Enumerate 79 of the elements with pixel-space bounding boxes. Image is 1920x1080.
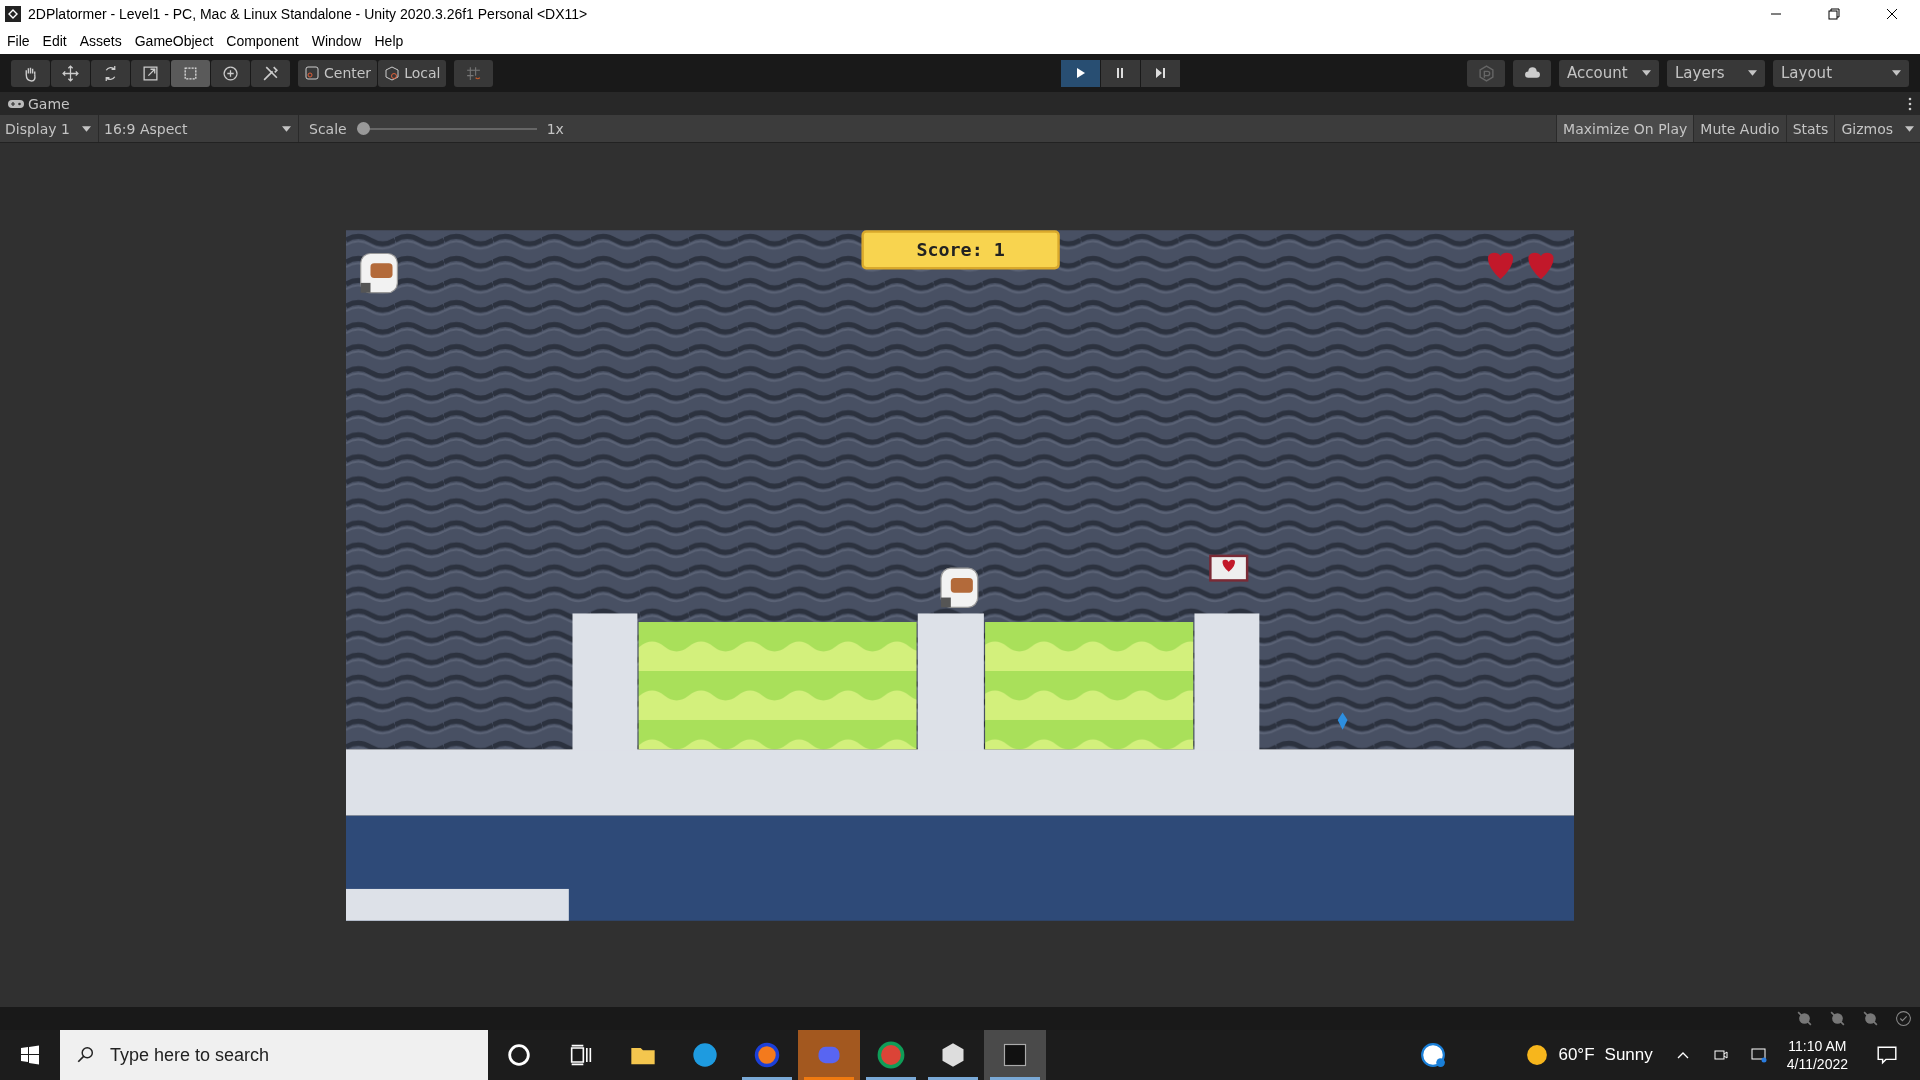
transform-tool-button[interactable] xyxy=(211,59,250,87)
help-icon[interactable] xyxy=(1420,1042,1447,1068)
caret-icon[interactable] xyxy=(282,125,291,132)
search-box[interactable]: Type here to search xyxy=(60,1030,488,1080)
custom-tool-icon[interactable] xyxy=(262,64,279,82)
step-icon[interactable] xyxy=(1154,67,1167,79)
gem-icon xyxy=(1337,712,1348,730)
scale-value: 1x xyxy=(546,120,564,137)
menu-item[interactable]: Component xyxy=(226,32,299,49)
temperature[interactable]: 60°F xyxy=(1558,1045,1595,1065)
aspect-dropdown[interactable]: 16:9 Aspect xyxy=(99,115,299,142)
menu-item[interactable]: Assets xyxy=(79,32,122,49)
toolbar-dropdown[interactable]: Layout xyxy=(1773,59,1909,87)
hand-tool-button[interactable] xyxy=(11,59,50,87)
display-dropdown[interactable]: Display 1 xyxy=(0,115,99,142)
gamepad-icon[interactable] xyxy=(8,98,24,109)
caret-icon[interactable] xyxy=(1642,70,1651,76)
scale-tool-button[interactable] xyxy=(131,59,170,87)
menu-item[interactable]: Window xyxy=(311,32,362,49)
status-icon[interactable] xyxy=(1796,1010,1813,1027)
search-input[interactable]: Type here to search xyxy=(108,1043,452,1067)
cortana-app-icon[interactable] xyxy=(505,1041,533,1069)
local-pivot-button[interactable]: Local xyxy=(378,59,447,87)
unity-taskbar-button[interactable] xyxy=(984,1030,1046,1080)
heart-icon xyxy=(1487,252,1514,279)
heart-crate-drawing xyxy=(1209,554,1249,582)
camera-icon[interactable] xyxy=(1712,1047,1729,1063)
play-button[interactable] xyxy=(1060,59,1100,87)
scale-tool-icon[interactable] xyxy=(142,64,159,82)
clock-date[interactable]: 4/11/2022 xyxy=(1786,1056,1848,1072)
caret-icon[interactable] xyxy=(1905,125,1914,132)
sun-icon[interactable] xyxy=(1526,1044,1549,1066)
caret-icon[interactable] xyxy=(1748,70,1757,76)
menu-item[interactable]: GameObject xyxy=(134,32,214,49)
display-icon[interactable] xyxy=(1750,1047,1767,1063)
status-icon[interactable] xyxy=(1829,1010,1846,1027)
collab-button[interactable] xyxy=(1467,59,1505,87)
clock-time[interactable]: 11:10 AM xyxy=(1788,1038,1847,1054)
play-icon[interactable] xyxy=(1074,67,1087,79)
caret-icon[interactable] xyxy=(1892,70,1901,76)
notification-icon[interactable] xyxy=(1876,1044,1898,1066)
windows-start-icon[interactable] xyxy=(20,1045,40,1065)
cloud-button[interactable] xyxy=(1513,59,1551,87)
move-tool-button[interactable] xyxy=(51,59,90,87)
rect-tool-button[interactable] xyxy=(171,59,210,87)
weather-condition[interactable]: Sunny xyxy=(1604,1045,1653,1065)
slider-thumb[interactable] xyxy=(356,122,370,135)
transform-tool-icon[interactable] xyxy=(222,64,239,82)
rotate-tool-button[interactable] xyxy=(91,59,130,87)
menu-item[interactable]: File xyxy=(7,32,30,49)
close-icon[interactable] xyxy=(1886,7,1898,20)
local-pivot-icon[interactable] xyxy=(384,65,401,81)
grid-snap-button[interactable] xyxy=(454,59,494,87)
status-icon[interactable] xyxy=(1862,1010,1879,1027)
heart-icon xyxy=(1528,252,1554,279)
center-pivot-icon[interactable] xyxy=(304,65,320,81)
menu-item[interactable]: Edit xyxy=(42,32,67,49)
menu-item[interactable]: Help xyxy=(374,32,404,49)
hud-player-icon xyxy=(360,252,399,293)
toolbar-dropdown[interactable]: Account xyxy=(1559,59,1659,87)
move-tool-icon[interactable] xyxy=(62,64,79,82)
center-pivot-button[interactable]: Center xyxy=(298,59,378,87)
game-tab[interactable]: Game xyxy=(8,95,70,112)
step-button[interactable] xyxy=(1140,59,1180,87)
grid-snap-icon[interactable] xyxy=(465,64,483,82)
toolbar-dropdown[interactable]: Layers xyxy=(1667,59,1765,87)
more-options-icon[interactable] xyxy=(1908,96,1912,111)
restore-icon[interactable] xyxy=(1828,7,1840,20)
unity-logo-icon xyxy=(5,5,21,22)
window-title: 2DPlatormer - Level1 - PC, Mac & Linux Standalone - Unity 2020.3.26f1 Personal <DX11> xyxy=(28,5,588,22)
search-icon[interactable] xyxy=(76,1046,94,1064)
caret-icon[interactable] xyxy=(82,125,91,132)
player-sprite xyxy=(940,567,979,608)
scale-label: Scale xyxy=(309,120,347,137)
custom-tool-button[interactable] xyxy=(251,59,290,87)
game-view-toggle[interactable]: Maximize On Play xyxy=(1556,115,1694,142)
check-circle-icon[interactable] xyxy=(1895,1010,1912,1027)
score-text: Score: 1 xyxy=(916,238,1005,260)
pause-button[interactable] xyxy=(1100,59,1140,87)
